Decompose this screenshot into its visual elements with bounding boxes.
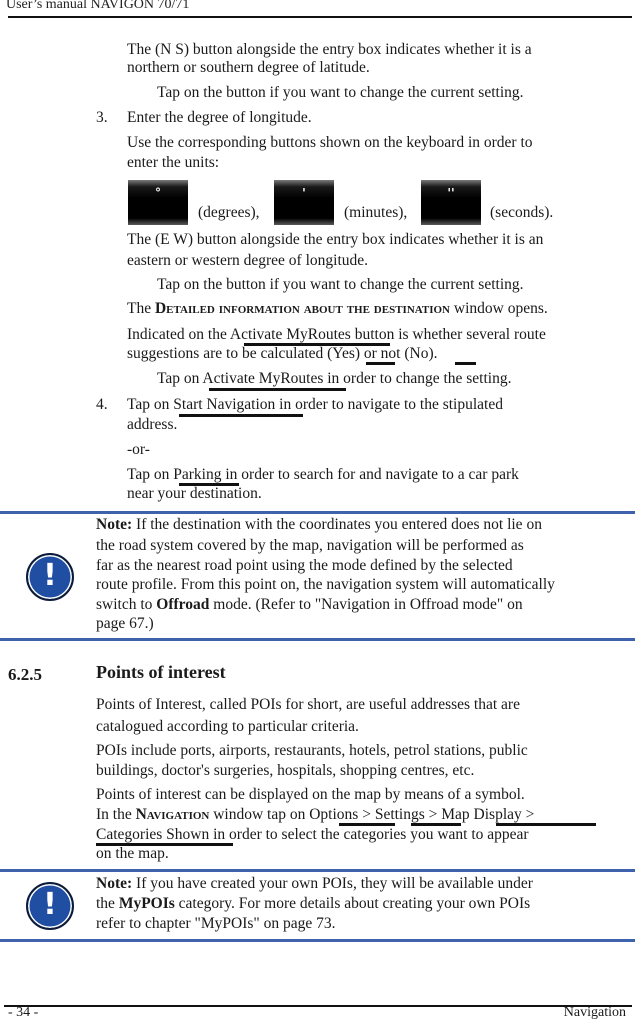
ew-line-2: eastern or western degree of longitude. — [127, 252, 369, 269]
note-1-line-4: route profile. From this point on, the n… — [96, 576, 555, 593]
parking-line-2: near your destination. — [127, 485, 262, 502]
or-separator: -or- — [127, 441, 150, 458]
ns-line-2: northern or southern degree of latitude. — [127, 59, 370, 76]
note-1-line-5-pre: switch to — [96, 596, 157, 613]
exclamation-circle-icon: ! — [26, 553, 74, 601]
manual-header-title: User’s manual NAVIGON 70/71 — [6, 0, 190, 12]
note-1-line-5: switch to Offroad mode. (Refer to "Navig… — [96, 595, 523, 615]
step-3-number: 3. — [96, 109, 108, 126]
footer-rule — [4, 1005, 632, 1007]
section-number: 6.2.5 — [8, 665, 42, 684]
note-2-line-1: Note: If you have created your own POIs,… — [96, 874, 533, 894]
degrees-key-icon: ° — [128, 180, 188, 225]
seconds-key-icon: '' — [421, 180, 481, 225]
note-2-line-2-post: category. For more details about creatin… — [174, 895, 531, 912]
poi-p2-line-1: POIs include ports, airports, restaurant… — [96, 742, 528, 759]
start-navigation-underline[interactable] — [179, 414, 303, 417]
tap-activate-myroutes: Tap on Activate MyRoutes in order to cha… — [157, 370, 512, 387]
tap-button-instruction-1: Tap on the button if you want to change … — [157, 84, 524, 101]
units-line-2: enter the units: — [127, 154, 220, 171]
minutes-key-icon: ' — [274, 180, 334, 225]
step-4-number: 4. — [96, 396, 108, 413]
poi-p2-line-2: buildings, doctor's surgeries, hospitals… — [96, 762, 475, 779]
units-line-1: Use the corresponding buttons shown on t… — [127, 134, 533, 151]
note-2-line-3: refer to chapter "MyPOIs" on page 73. — [96, 915, 336, 932]
note-1-bottom-rule — [0, 638, 635, 641]
note-2-bottom-rule — [0, 939, 635, 942]
note-2-label: Note: — [96, 875, 133, 892]
poi-p3-line-3: Categories Shown in order to select the … — [96, 826, 529, 843]
section-title: Points of interest — [96, 662, 226, 682]
poi-p1-line-1: Points of Interest, called POIs for shor… — [96, 696, 520, 713]
note-2-line-2-pre: the — [96, 895, 119, 912]
poi-p3-line-4: on the map. — [96, 845, 169, 862]
detail-window-name: Detailed information about the destinati… — [154, 300, 451, 317]
offroad-term: Offroad — [156, 596, 210, 613]
detail-pre: The — [127, 300, 155, 317]
poi-p3-line-1: Points of interest can be displayed on t… — [96, 786, 525, 803]
note-2-line-1-text: If you have created your own POIs, they … — [132, 875, 533, 892]
note-1-line-6: page 67.) — [96, 615, 154, 632]
header-rule — [8, 16, 632, 18]
note-1-line-3: far as the nearest road point using the … — [96, 557, 513, 574]
detail-post: window opens. — [450, 300, 548, 317]
note-1-line-5-post: mode. (Refer to "Navigation in Offroad m… — [209, 596, 523, 613]
poi-p3-line-2: In the Navigation window tap on Options … — [96, 805, 534, 825]
exclamation-circle-icon: ! — [26, 882, 74, 930]
page-number: - 34 - — [8, 1005, 39, 1020]
note-1-line-1: Note: If the destination with the coordi… — [96, 515, 542, 535]
activate-myroutes-underline[interactable] — [209, 388, 346, 391]
detail-window-sentence: The Detailed information about the desti… — [127, 299, 548, 319]
no-link-underline[interactable] — [455, 362, 476, 365]
poi-p3-line-2-pre: In the — [96, 806, 136, 823]
mypois-term: MyPOIs — [118, 895, 175, 912]
poi-p3-line-2-post: window tap on Options > Settings > Map D… — [209, 806, 535, 823]
step-4-line-2: address. — [127, 416, 178, 433]
parking-line-1: Tap on Parking in order to search for an… — [127, 466, 519, 483]
navigation-window-name: Navigation — [135, 806, 210, 823]
step-3-text: Enter the degree of longitude. — [127, 109, 312, 126]
note-2-top-rule — [0, 869, 635, 872]
tap-button-instruction-2: Tap on the button if you want to change … — [157, 276, 524, 293]
note-1-line-1-text: If the destination with the coordinates … — [132, 516, 542, 533]
minutes-label: (minutes), — [344, 204, 408, 221]
yes-link-underline[interactable] — [366, 362, 395, 365]
ew-line-1: The (E W) button alongside the entry box… — [127, 231, 544, 248]
poi-p1-line-2: catalogued according to particular crite… — [96, 718, 359, 735]
note-1-label: Note: — [96, 516, 133, 533]
note-2-line-2: the MyPOIs category. For more details ab… — [96, 894, 530, 914]
myroutes-line-1: Indicated on the Activate MyRoutes butto… — [127, 326, 546, 343]
myroutes-line-2: suggestions are to be calculated (Yes) o… — [127, 345, 438, 362]
ns-line-1: The (N S) button alongside the entry box… — [127, 41, 532, 58]
degrees-label: (degrees), — [198, 204, 260, 221]
note-1-line-2: the road system covered by the map, navi… — [96, 537, 524, 554]
footer-section: Navigation — [563, 1005, 626, 1020]
seconds-label: (seconds). — [490, 204, 554, 221]
note-1-top-rule — [0, 511, 635, 514]
step-4-line-1: Tap on Start Navigation in order to navi… — [127, 396, 503, 413]
